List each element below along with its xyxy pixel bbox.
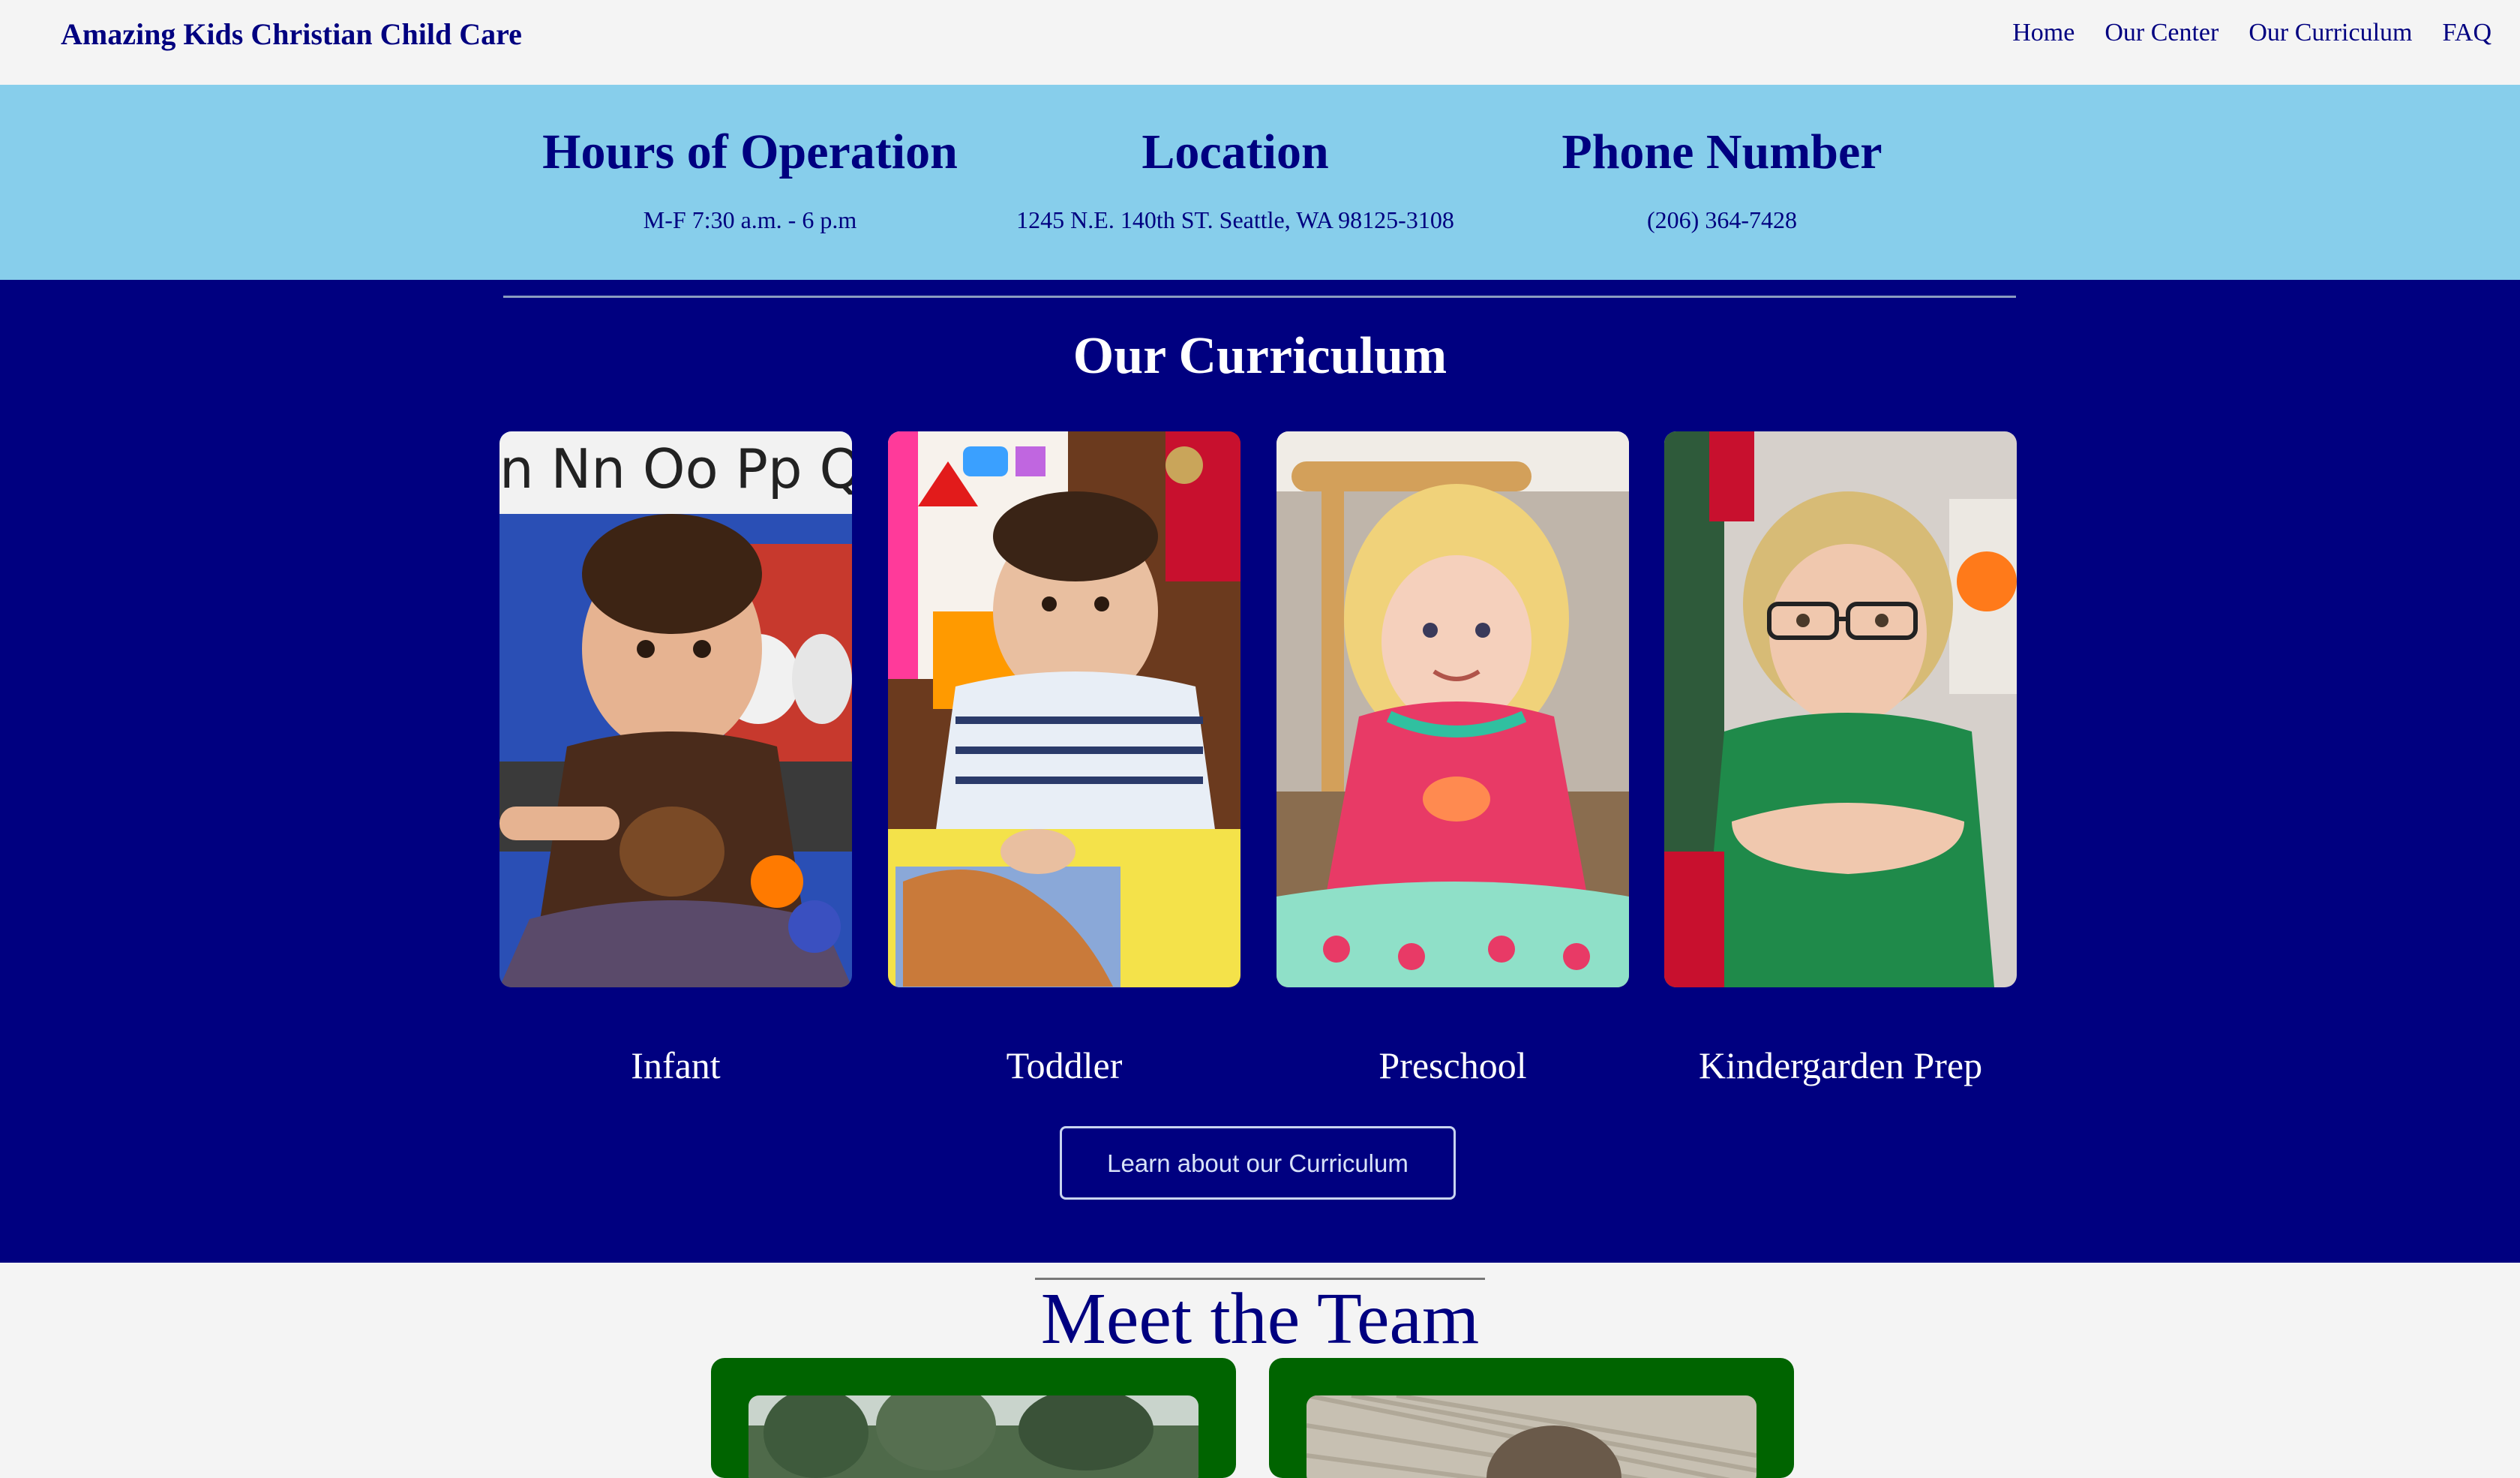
phone-value: (206) 364-7428 (1647, 206, 1797, 233)
team-heading: Meet the Team (1040, 1278, 1480, 1359)
location-block: Location 1245 N.E. 140th ST. Seattle, WA… (973, 122, 1498, 235)
learn-curriculum-button[interactable]: Learn about our Curriculum (1060, 1126, 1456, 1200)
top-navbar: Amazing Kids Christian Child Care Home O… (0, 0, 2520, 85)
curriculum-section: Our Curriculum n Nn Oo Pp Q Infant Toddl… (0, 280, 2520, 1263)
info-band: Hours of Operation M-F 7:30 a.m. - 6 p.m… (0, 85, 2520, 280)
phone-block: Phone Number (206) 364-7428 (1460, 122, 1984, 235)
team-member-photo (748, 1395, 1198, 1478)
nav-link-faq[interactable]: FAQ (2443, 15, 2492, 51)
toddler-photo[interactable] (888, 431, 1240, 987)
infant-photo[interactable]: n Nn Oo Pp Q (500, 431, 852, 987)
hours-heading: Hours of Operation (542, 125, 958, 179)
program-label-toddler: Toddler (1006, 1044, 1123, 1086)
kindergarden-prep-photo[interactable] (1664, 431, 2017, 987)
nav-link-our-curriculum[interactable]: Our Curriculum (2248, 15, 2412, 51)
nav-link-home[interactable]: Home (2012, 15, 2074, 51)
program-label-infant: Infant (631, 1044, 721, 1086)
hours-block: Hours of Operation M-F 7:30 a.m. - 6 p.m (488, 122, 1012, 235)
team-member-card[interactable] (711, 1358, 1236, 1478)
program-label-kindergarden-prep: Kindergarden Prep (1698, 1044, 1983, 1086)
location-value: 1245 N.E. 140th ST. Seattle, WA 98125-31… (1016, 206, 1454, 233)
brand-link[interactable]: Amazing Kids Christian Child Care (61, 15, 522, 54)
curriculum-heading: Our Curriculum (1072, 327, 1448, 385)
team-member-photo (1306, 1395, 1756, 1478)
nav-links: Home Our Center Our Curriculum FAQ (2012, 15, 2492, 51)
phone-heading: Phone Number (1562, 125, 1882, 179)
preschool-photo[interactable] (1276, 431, 1629, 987)
nav-link-our-center[interactable]: Our Center (2104, 15, 2218, 51)
location-heading: Location (1142, 125, 1329, 179)
team-member-card[interactable] (1269, 1358, 1794, 1478)
svg-text:n Nn Oo Pp Q: n Nn Oo Pp Q (500, 437, 852, 500)
program-label-preschool: Preschool (1378, 1044, 1527, 1086)
curriculum-divider (503, 296, 2016, 298)
hours-value: M-F 7:30 a.m. - 6 p.m (643, 206, 857, 233)
